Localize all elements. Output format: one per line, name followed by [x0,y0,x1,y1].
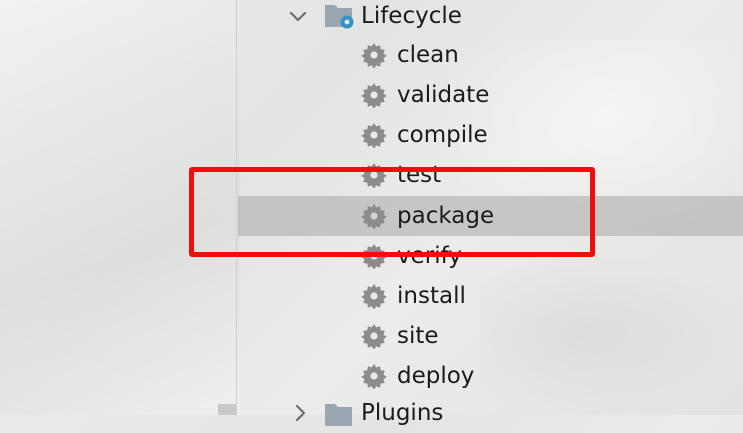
gear-icon [361,284,387,309]
tree-node-install[interactable]: install [0,276,743,316]
tree-node-label: Plugins [361,400,444,426]
chevron-right-icon[interactable] [289,402,311,424]
tree-node-deploy[interactable]: deploy [0,356,743,396]
tree-node-label: validate [397,82,490,108]
gear-icon [361,324,387,349]
tree-node-plugins[interactable]: Plugins [0,393,743,433]
gear-icon [361,123,387,148]
tree-node-label: clean [397,42,459,68]
folder-gear-icon [325,5,354,29]
tree-node-validate[interactable]: validate [0,75,743,115]
gear-icon [361,43,387,68]
tree-node-lifecycle[interactable]: Lifecycle [0,0,743,36]
gear-icon [361,364,387,389]
folder-icon [325,404,352,426]
tree-node-label: install [397,283,466,309]
tree-node-label: site [397,323,439,349]
tree-node-clean[interactable]: clean [0,35,743,75]
chevron-down-icon[interactable] [287,5,309,27]
tree-node-compile[interactable]: compile [0,115,743,155]
tree-node-label: deploy [397,363,475,389]
gear-icon [361,83,387,108]
tree-node-label: compile [397,122,488,148]
tree-node-label: Lifecycle [361,3,462,29]
highlight-annotation-box [189,167,595,257]
tree-node-site[interactable]: site [0,316,743,356]
